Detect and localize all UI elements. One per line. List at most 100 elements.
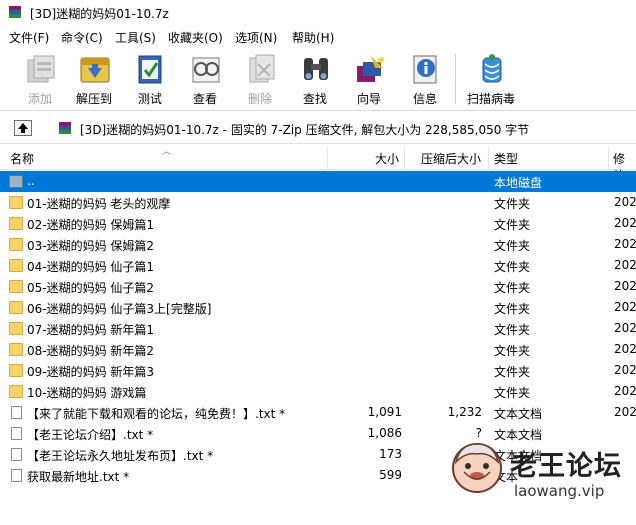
find-button[interactable]: 查找 (287, 50, 343, 108)
row-name: .. (27, 174, 35, 188)
row-size: 1,091 (367, 405, 402, 419)
folder-row[interactable]: 09-迷糊的妈妈 新年篇3 文件夹 202 (0, 360, 636, 381)
row-modified: 202 (614, 237, 636, 251)
folder-row[interactable]: 10-迷糊的妈妈 游戏篇 文件夹 202 (0, 381, 636, 402)
col-size[interactable]: 大小 (375, 150, 399, 167)
folder-icon (9, 196, 23, 209)
toolbar-separator (455, 54, 456, 104)
text-file-icon (11, 469, 22, 482)
row-modified: 202 (614, 195, 636, 209)
extract-to-label: 解压到 (75, 92, 112, 106)
folder-icon (9, 238, 23, 251)
extract-to-button[interactable]: 解压到 (66, 50, 122, 108)
row-name: 06-迷糊的妈妈 仙子篇3上[完整版] (27, 302, 212, 316)
row-modified: 202 (614, 300, 636, 314)
col-type[interactable]: 类型 (494, 150, 518, 167)
row-modified: 202 (614, 363, 636, 377)
row-type: 文件夹 (494, 365, 531, 379)
folder-row[interactable]: 06-迷糊的妈妈 仙子篇3上[完整版] 文件夹 202 (0, 297, 636, 318)
watermark: 老王论坛 laowang.vip (448, 438, 636, 525)
view-icon (192, 57, 220, 83)
column-header: ︿ 名称 大小 压缩后大小 类型 修改 (0, 146, 636, 183)
virus-scan-button[interactable]: 扫描病毒 (463, 50, 519, 108)
row-name: 05-迷糊的妈妈 仙子篇2 (27, 281, 155, 295)
arrow-up-icon (18, 123, 28, 133)
test-label: 测试 (137, 92, 162, 106)
row-name: 10-迷糊的妈妈 游戏篇 (27, 386, 147, 400)
text-file-icon (11, 448, 22, 461)
row-modified: 202 (614, 279, 636, 293)
row-type: 文件夹 (494, 344, 531, 358)
row-name: 03-迷糊的妈妈 保姆篇2 (27, 239, 155, 253)
row-modified: 202 (614, 384, 636, 398)
folder-row[interactable]: 04-迷糊的妈妈 仙子篇1 文件夹 202 (0, 255, 636, 276)
row-name: 【老王论坛永久地址发布页】.txt * (27, 449, 214, 463)
parent-directory-row[interactable]: .. 本地磁盘 (0, 171, 636, 192)
view-label: 查看 (192, 92, 217, 106)
text-file-icon (11, 406, 22, 419)
folder-icon (9, 217, 23, 230)
row-name: 01-迷糊的妈妈 老头的观摩 (27, 197, 171, 211)
folder-icon (9, 385, 23, 398)
row-type: 文件夹 (494, 239, 531, 253)
menu-tools[interactable]: 工具(S) (115, 29, 156, 46)
add-label: 添加 (27, 92, 52, 106)
parent-folder-icon (9, 175, 23, 188)
row-name: 09-迷糊的妈妈 新年篇3 (27, 365, 155, 379)
toolbar: 添加 解压到 测试 查看 删除 查找 向导 信息 扫描病毒 (0, 48, 636, 111)
row-type: 本地磁盘 (494, 176, 543, 190)
menu-file[interactable]: 文件(F) (9, 29, 49, 46)
row-type: 文件夹 (494, 260, 531, 274)
add-icon (27, 55, 55, 83)
test-button[interactable]: 测试 (122, 50, 178, 108)
info-button[interactable]: 信息 (397, 50, 453, 108)
column-divider[interactable] (488, 146, 489, 169)
col-packed-size[interactable]: 压缩后大小 (421, 150, 481, 167)
row-type: 文件夹 (494, 281, 531, 295)
column-divider[interactable] (404, 146, 405, 169)
folder-row[interactable]: 08-迷糊的妈妈 新年篇2 文件夹 202 (0, 339, 636, 360)
folder-row[interactable]: 01-迷糊的妈妈 老头的观摩 文件夹 202 (0, 192, 636, 213)
wizard-button[interactable]: 向导 (341, 50, 397, 108)
address-bar: [3D]迷糊的妈妈01-10.7z - 固实的 7-Zip 压缩文件, 解包大小… (0, 113, 636, 144)
extract-icon (80, 57, 110, 83)
row-name: 04-迷糊的妈妈 仙子篇1 (27, 260, 155, 274)
menu-commands[interactable]: 命令(C) (61, 29, 103, 46)
file-row[interactable]: 【来了就能下载和观看的论坛，纯免费！】.txt * 1,091 1,232 文本文档 2… (0, 402, 636, 423)
row-name: 获取最新地址.txt * (27, 470, 130, 484)
col-name[interactable]: 名称 (10, 150, 34, 167)
find-icon (304, 58, 328, 80)
info-icon (413, 55, 437, 84)
delete-icon (249, 54, 275, 83)
virus-scan-icon (482, 54, 502, 83)
folder-icon (9, 343, 23, 356)
find-label: 查找 (302, 92, 327, 106)
add-button[interactable]: 添加 (12, 50, 68, 108)
column-divider[interactable] (327, 146, 328, 169)
folder-row[interactable]: 02-迷糊的妈妈 保姆篇1 文件夹 202 (0, 213, 636, 234)
row-type: 文件夹 (494, 386, 531, 400)
row-name: 08-迷糊的妈妈 新年篇2 (27, 344, 155, 358)
menu-help[interactable]: 帮助(H) (292, 29, 334, 46)
view-button[interactable]: 查看 (177, 50, 233, 108)
column-divider[interactable] (608, 146, 609, 169)
folder-icon (9, 259, 23, 272)
window-title: [3D]迷糊的妈妈01-10.7z (30, 7, 169, 21)
folder-row[interactable]: 03-迷糊的妈妈 保姆篇2 文件夹 202 (0, 234, 636, 255)
folder-row[interactable]: 05-迷糊的妈妈 仙子篇2 文件夹 202 (0, 276, 636, 297)
menu-favorites[interactable]: 收藏夹(O) (168, 29, 223, 46)
row-size: 173 (379, 447, 402, 461)
archive-icon (59, 122, 71, 134)
winrar-app-icon (9, 6, 21, 18)
wizard-icon (357, 56, 384, 82)
virus-scan-label: 扫描病毒 (466, 92, 515, 106)
row-size: 1,086 (367, 426, 402, 440)
row-type: 文本文档 (494, 407, 543, 421)
folder-row[interactable]: 07-迷糊的妈妈 新年篇1 文件夹 202 (0, 318, 636, 339)
menu-bar: 文件(F) 命令(C) 工具(S) 收藏夹(O) 选项(N) 帮助(H) (0, 27, 636, 47)
row-packed-size: 1,232 (447, 405, 482, 419)
delete-button[interactable]: 删除 (232, 50, 288, 108)
up-one-level-button[interactable] (14, 120, 32, 136)
info-label: 信息 (412, 92, 437, 106)
menu-options[interactable]: 选项(N) (235, 29, 277, 46)
